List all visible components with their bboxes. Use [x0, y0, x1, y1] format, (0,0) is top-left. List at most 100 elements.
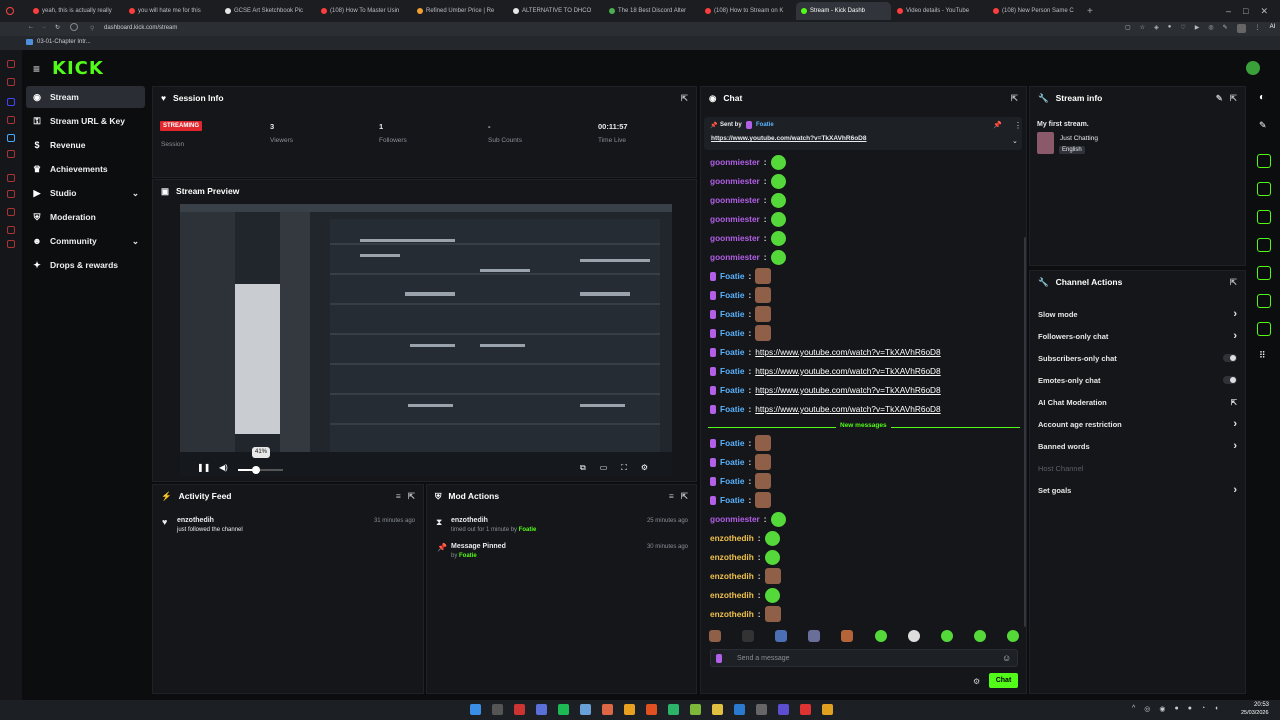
side-app-icon[interactable]	[7, 226, 15, 234]
cast-icon[interactable]: ▢	[1125, 24, 1131, 33]
app-icon[interactable]	[668, 704, 679, 715]
sidebar-item-stream-url-key[interactable]: ⚿ Stream URL & Key	[26, 110, 145, 132]
chat-username[interactable]: goonmiester	[710, 195, 760, 205]
emote-icon[interactable]	[770, 511, 786, 527]
channel-action-followers-only-chat[interactable]: Followers-only chat ›	[1030, 325, 1245, 347]
chat-username[interactable]: goonmiester	[710, 157, 760, 167]
channel-action-host-channel[interactable]: Host Channel	[1030, 457, 1245, 479]
send-chat-button[interactable]: Chat	[989, 673, 1018, 688]
emote-icon[interactable]	[742, 630, 755, 642]
chat-username[interactable]: Foatie	[720, 495, 744, 505]
side-app-icon[interactable]	[7, 150, 15, 158]
toggle-switch[interactable]	[1223, 354, 1237, 362]
emote-icon[interactable]	[764, 530, 780, 546]
emote-icon[interactable]	[770, 230, 786, 246]
browser-tab[interactable]: yeah, this is actually really	[28, 2, 123, 20]
chat-username[interactable]: Foatie	[720, 271, 744, 281]
chat-username[interactable]: Foatie	[720, 404, 744, 414]
minimize-icon[interactable]: –	[1226, 6, 1231, 17]
channel-action-subscribers-only-chat[interactable]: Subscribers-only chat	[1030, 347, 1245, 369]
profile-icon[interactable]	[6, 7, 14, 15]
face-emote-icon[interactable]	[755, 473, 772, 489]
browser-tab[interactable]: The 18 Best Discord Alter	[604, 2, 699, 20]
face-emote-icon[interactable]	[764, 606, 781, 622]
volume-icon[interactable]: ◀)	[219, 463, 228, 472]
spotify-icon[interactable]	[558, 704, 569, 715]
browser-tab[interactable]: Stream - Kick Dashb	[796, 2, 891, 20]
sidebar-item-stream[interactable]: ◉ Stream	[26, 86, 145, 108]
emote-icon[interactable]	[709, 630, 721, 642]
popout-icon[interactable]: ⇱	[1230, 93, 1237, 104]
chat-username[interactable]: enzothedih	[710, 552, 754, 562]
bookmark-icon[interactable]: ☆	[1140, 24, 1145, 33]
face-emote-icon[interactable]	[755, 454, 772, 470]
side-app-icon[interactable]	[7, 190, 15, 198]
chat-username[interactable]: goonmiester	[710, 214, 760, 224]
bookmark-item[interactable]: 03-01-Chapter Intr...	[37, 39, 91, 45]
steam-icon[interactable]	[580, 704, 591, 715]
emote-icon[interactable]	[770, 173, 786, 189]
popout-icon[interactable]: ⇱	[1230, 277, 1237, 288]
toggle-switch[interactable]	[1223, 376, 1237, 384]
puzzle-icon[interactable]: ✎	[1223, 24, 1228, 33]
emote-icon[interactable]	[973, 630, 986, 642]
channel-action-emotes-only-chat[interactable]: Emotes-only chat	[1030, 369, 1245, 391]
side-app-icon[interactable]	[7, 134, 15, 142]
browser-tab[interactable]: Video details - YouTube	[892, 2, 987, 20]
chat-username[interactable]: goonmiester	[710, 252, 760, 262]
emote-icon[interactable]	[770, 192, 786, 208]
chat-link[interactable]: https://www.youtube.com/watch?v=TkXAVhR6…	[755, 366, 940, 376]
pencil-icon[interactable]: ✎	[1259, 120, 1267, 131]
sidebar-item-studio[interactable]: ▶ Studio ⌄	[26, 182, 145, 204]
popout-icon[interactable]: ⇱	[408, 491, 415, 502]
channel-action-ai-chat-moderation[interactable]: AI Chat Moderation ⇱	[1030, 391, 1245, 413]
chat-username[interactable]: Foatie	[720, 328, 744, 338]
tray-icon[interactable]: ◉	[1159, 705, 1165, 713]
chat-username[interactable]: enzothedih	[710, 533, 754, 543]
record-icon[interactable]: ●	[1168, 24, 1172, 33]
tray-icon[interactable]: ●	[1188, 705, 1192, 713]
volume-slider[interactable]	[238, 466, 283, 474]
app-icon[interactable]	[822, 704, 833, 715]
reload-icon[interactable]: ↻	[55, 24, 60, 31]
chat-username[interactable]: enzothedih	[710, 590, 754, 600]
chat-username[interactable]: goonmiester	[710, 514, 760, 524]
chat-username[interactable]: goonmiester	[710, 176, 760, 186]
tool-icon[interactable]	[1257, 266, 1271, 280]
side-app-icon[interactable]	[7, 208, 15, 216]
browser-tab[interactable]: GCSE Art Sketchbook Pic	[220, 2, 315, 20]
channel-action-slow-mode[interactable]: Slow mode ›	[1030, 303, 1245, 325]
app-icon[interactable]	[800, 704, 811, 715]
fullscreen-icon[interactable]: ⛶	[621, 463, 627, 473]
emote-icon[interactable]	[907, 630, 920, 642]
hamburger-icon[interactable]: ≡	[33, 62, 40, 76]
side-app-icon[interactable]	[7, 240, 15, 248]
maximize-icon[interactable]: □	[1243, 6, 1248, 17]
emote-icon[interactable]	[770, 249, 786, 265]
channel-action-account-age-restriction[interactable]: Account age restriction ›	[1030, 413, 1245, 435]
tool-icon[interactable]	[1257, 182, 1271, 196]
face-emote-icon[interactable]	[755, 287, 772, 303]
chat-link[interactable]: https://www.youtube.com/watch?v=TkXAVhR6…	[755, 347, 940, 357]
video-player[interactable]: 41% ❚❚ ◀) ⧉ ▭ ⛶ ⚙	[180, 204, 672, 476]
face-emote-icon[interactable]	[755, 325, 772, 341]
emote-icon[interactable]	[808, 630, 821, 642]
ext-icon[interactable]: ◎	[1208, 24, 1213, 33]
chat-username[interactable]: Foatie	[720, 385, 744, 395]
emote-icon[interactable]	[775, 630, 788, 642]
activity-user[interactable]: enzothedih	[177, 517, 214, 524]
sidebar-item-moderation[interactable]: ⛨ Moderation	[26, 206, 145, 228]
chat-link[interactable]: https://www.youtube.com/watch?v=TkXAVhR6…	[755, 385, 940, 395]
home-icon[interactable]	[70, 23, 78, 31]
face-emote-icon[interactable]	[755, 306, 772, 322]
tool-icon[interactable]	[1257, 210, 1271, 224]
sidebar-item-achievements[interactable]: ♛ Achievements	[26, 158, 145, 180]
emote-icon[interactable]	[841, 630, 854, 642]
browser-tab[interactable]: ALTERNATIVE TO DHCO	[508, 2, 603, 20]
side-app-icon[interactable]	[7, 174, 15, 182]
app-icon[interactable]	[778, 704, 789, 715]
settings-icon[interactable]: ⚙	[641, 463, 648, 473]
chat-username[interactable]: Foatie	[720, 457, 744, 467]
filter-icon[interactable]: ≡	[669, 491, 674, 501]
app-icon[interactable]	[734, 704, 745, 715]
